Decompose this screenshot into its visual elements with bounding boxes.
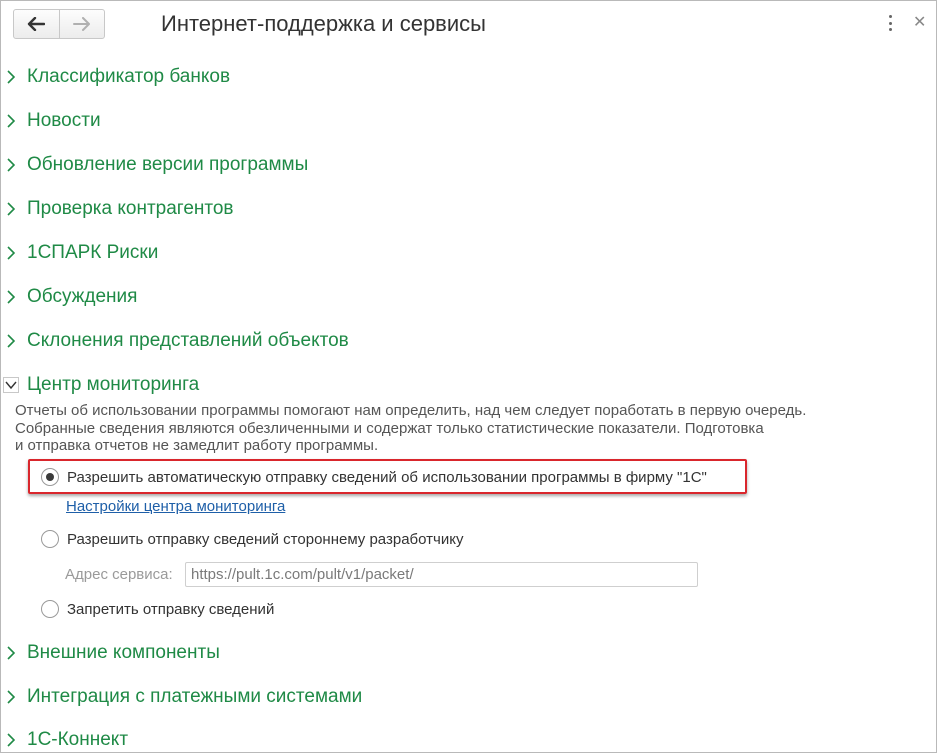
description-line: и отправка отчетов не замедлит работу пр… — [15, 437, 379, 454]
monitoring-description: Отчеты об использовании программы помога… — [15, 402, 855, 455]
radio-label: Запретить отправку сведений — [67, 600, 275, 618]
radio-button[interactable] — [41, 600, 59, 618]
section-news[interactable]: Новости — [1, 106, 101, 136]
radio-allow-third-party[interactable]: Разрешить отправку сведений стороннему р… — [41, 528, 463, 550]
radio-button[interactable] — [41, 530, 59, 548]
chevron-right-icon — [1, 238, 27, 268]
section-spark[interactable]: 1СПАРК Риски — [1, 238, 158, 268]
radio-deny-send[interactable]: Запретить отправку сведений — [41, 598, 274, 620]
radio-button-selected[interactable] — [41, 468, 59, 486]
page-title: Интернет-поддержка и сервисы — [161, 11, 486, 36]
radio-label: Разрешить отправку сведений стороннему р… — [67, 530, 464, 548]
section-label: Внешние компоненты — [27, 642, 220, 663]
arrow-right-icon — [72, 17, 90, 31]
service-address-label: Адрес сервиса: — [65, 566, 173, 583]
chevron-right-icon — [1, 326, 27, 356]
back-button[interactable] — [14, 10, 59, 38]
chevron-down-icon — [1, 370, 27, 400]
section-components[interactable]: Внешние компоненты — [1, 638, 220, 668]
section-label: 1С-Коннект — [27, 729, 129, 750]
section-label: Центр мониторинга — [27, 374, 200, 395]
navigation-buttons — [13, 9, 105, 39]
section-payments[interactable]: Интеграция с платежными системами — [1, 682, 362, 712]
chevron-right-icon — [1, 194, 27, 224]
chevron-right-icon — [1, 638, 27, 668]
chevron-right-icon — [1, 282, 27, 312]
forward-button[interactable] — [58, 10, 104, 38]
section-contractors[interactable]: Проверка контрагентов — [1, 194, 234, 224]
section-discussions[interactable]: Обсуждения — [1, 282, 137, 312]
section-monitoring[interactable]: Центр мониторинга — [1, 370, 199, 400]
chevron-right-icon — [1, 62, 27, 92]
radio-allow-auto-send[interactable]: Разрешить автоматическую отправку сведен… — [41, 466, 707, 488]
section-banks[interactable]: Классификатор банков — [1, 62, 230, 92]
section-label: Обновление версии программы — [27, 154, 309, 175]
section-label: 1СПАРК Риски — [27, 242, 159, 263]
window: Интернет-поддержка и сервисы ✕ Классифик… — [0, 0, 937, 753]
section-update[interactable]: Обновление версии программы — [1, 150, 308, 180]
section-label: Классификатор банков — [27, 66, 231, 87]
close-icon[interactable]: ✕ — [913, 15, 926, 31]
section-label: Склонения представлений объектов — [27, 330, 349, 351]
arrow-left-icon — [28, 17, 46, 31]
chevron-right-icon — [1, 106, 27, 136]
monitoring-settings-link[interactable]: Настройки центра мониторинга — [66, 498, 285, 515]
section-label: Новости — [27, 110, 101, 131]
chevron-right-icon — [1, 150, 27, 180]
chevron-right-icon — [1, 682, 27, 712]
section-label: Обсуждения — [27, 286, 138, 307]
more-options-icon[interactable] — [886, 15, 894, 31]
section-label: Проверка контрагентов — [27, 198, 234, 219]
section-label: Интеграция с платежными системами — [27, 686, 363, 707]
service-address-field[interactable] — [185, 562, 698, 587]
section-declension[interactable]: Склонения представлений объектов — [1, 326, 349, 356]
chevron-right-icon — [1, 725, 27, 753]
description-line: Собранные сведения являются обезличенным… — [15, 419, 764, 437]
description-line: Отчеты об использовании программы помога… — [15, 402, 807, 419]
radio-label: Разрешить автоматическую отправку сведен… — [67, 468, 707, 486]
section-connect[interactable]: 1С-Коннект — [1, 725, 128, 753]
